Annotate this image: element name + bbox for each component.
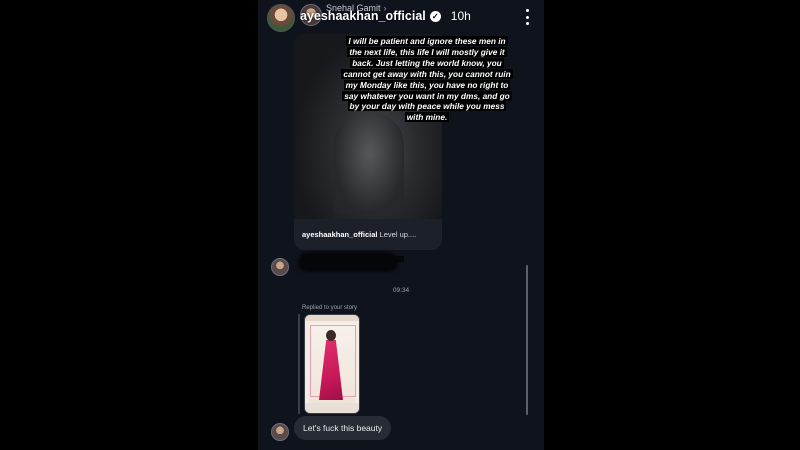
post-caption-text: Level up.... (377, 230, 417, 239)
redacted-message (298, 252, 398, 272)
message-bubble[interactable]: Let's fuck this beauty (294, 416, 392, 440)
scrollbar[interactable] (526, 265, 528, 415)
story-user-line: ayeshaakhan_official ✓ 10h (300, 9, 471, 23)
story-username[interactable]: ayeshaakhan_official (300, 9, 426, 23)
story-overlay-text: I will be patient and ignore these men i… (324, 36, 530, 123)
thumb-floor (305, 403, 359, 413)
overlay-line: by your day with peace while you mess (347, 101, 507, 112)
reply-indicator-bar (298, 314, 300, 414)
overlay-line: I will be patient and ignore these men i… (346, 36, 508, 46)
overlay-line: cannot get away with this, you cannot ru… (341, 68, 513, 79)
redacted-mark (378, 256, 404, 262)
message-timestamp: 09:34 (392, 287, 410, 294)
replied-to-story-label: Replied to your story (302, 305, 358, 311)
more-vertical-icon[interactable] (524, 9, 530, 25)
overlay-line: my Monday like this, you have no right t… (343, 79, 511, 90)
overlay-line: back. Just letting the world know, you (350, 57, 504, 68)
overlay-line: with mine. (404, 112, 450, 123)
post-figure (334, 114, 404, 214)
sender-avatar[interactable] (271, 258, 289, 276)
overlay-line: the next life, this life I will mostly g… (347, 46, 507, 57)
profile-avatar[interactable] (267, 4, 295, 32)
story-thumbnail[interactable] (304, 314, 360, 414)
overlay-line: say whatever you want in my dms, and go (342, 90, 512, 101)
phone-screen: Snehal Gamit › ayeshaakhan_official ✓ 10h… (258, 0, 544, 450)
post-caption: ayeshaakhan_official Level up.... (294, 219, 442, 250)
thumb-stripe (305, 315, 359, 321)
thumb-head (326, 330, 336, 341)
story-header: Snehal Gamit › ayeshaakhan_official ✓ 10h (258, 0, 544, 34)
verified-badge-icon: ✓ (429, 10, 441, 22)
story-time-ago: 10h (450, 9, 471, 23)
sender-avatar[interactable] (271, 423, 289, 441)
post-caption-user: ayeshaakhan_official (302, 230, 378, 239)
